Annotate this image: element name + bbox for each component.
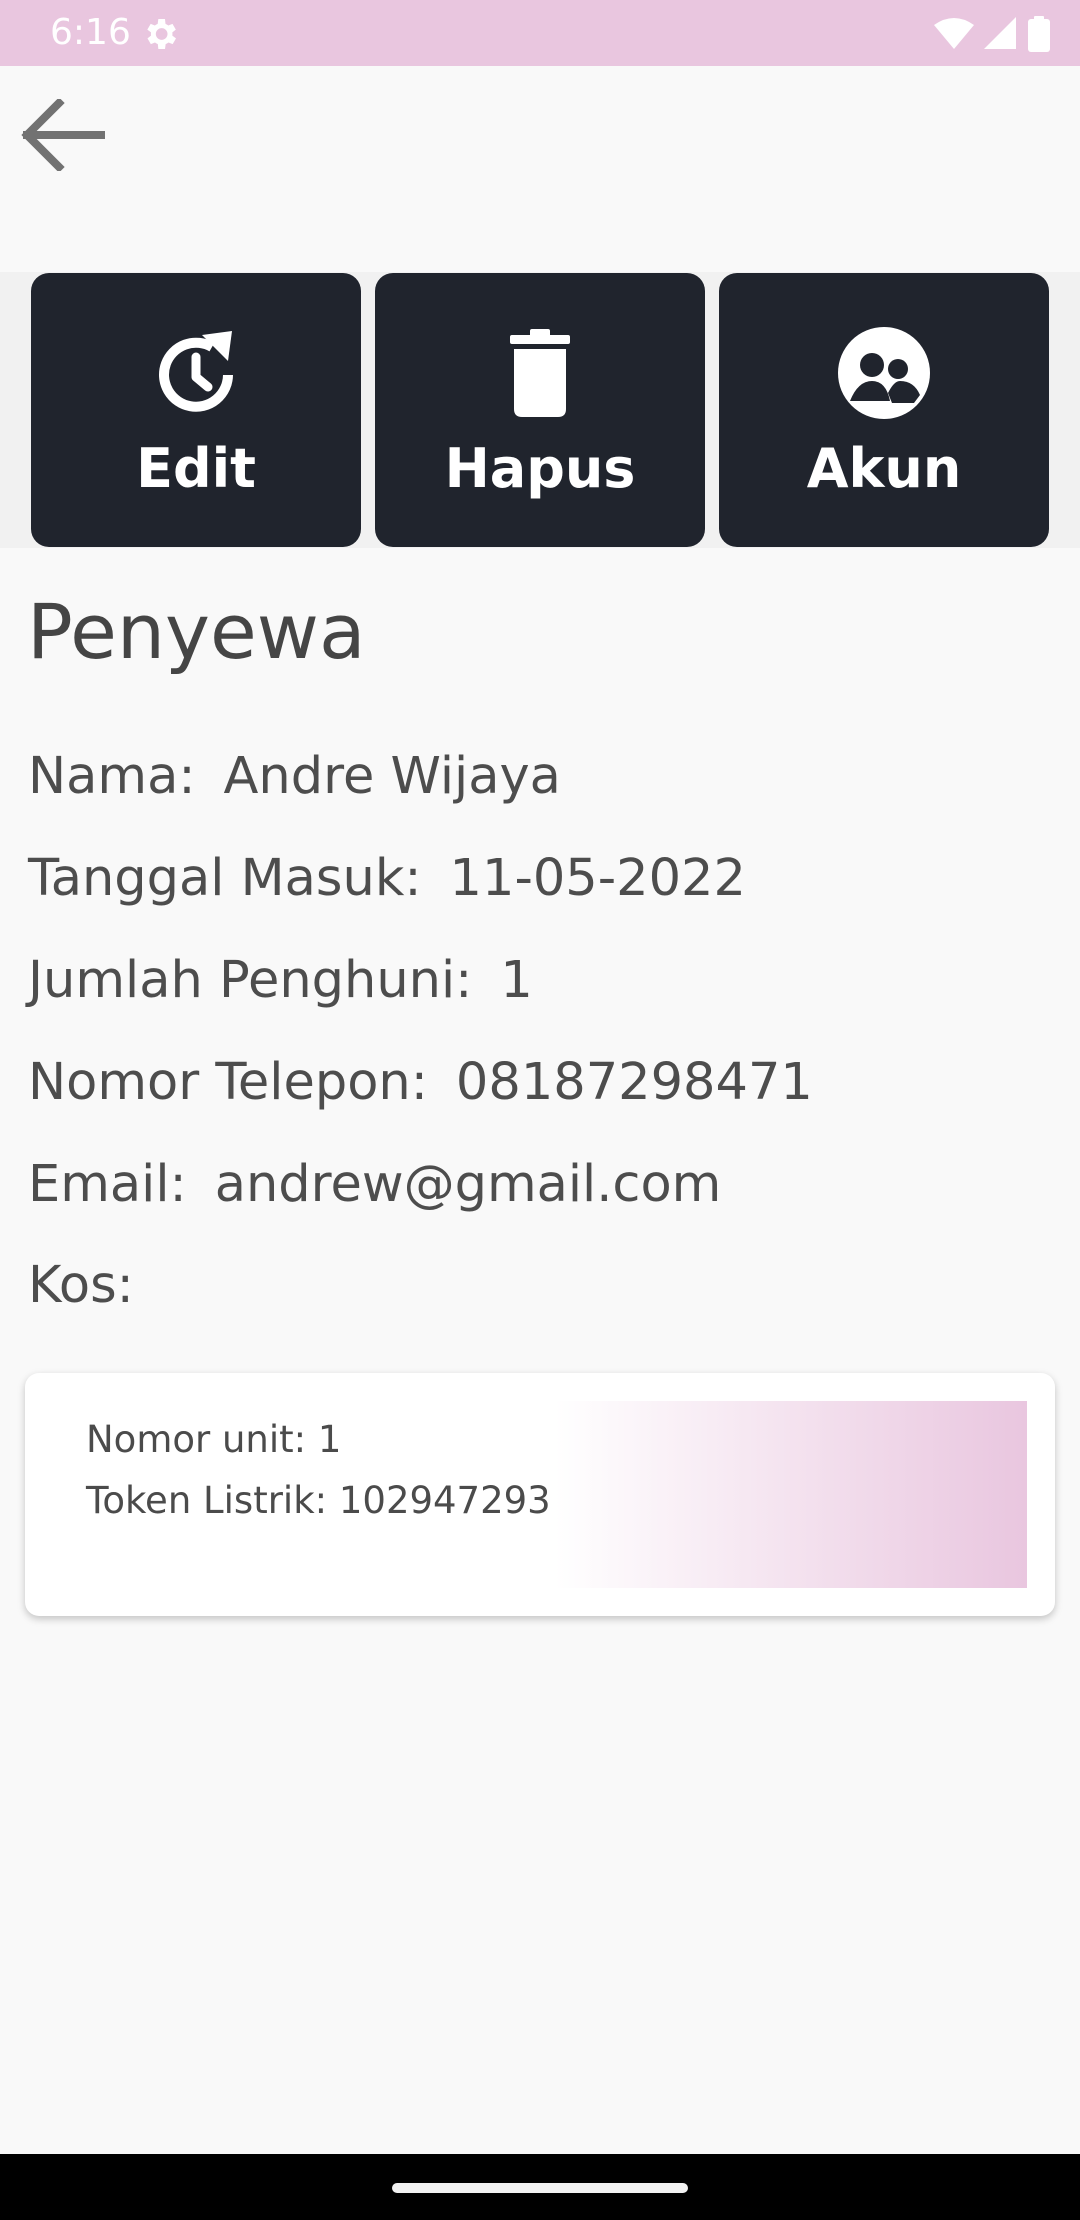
navigation-bar [0, 2154, 1080, 2220]
arrow-left-icon [21, 99, 105, 171]
battery-icon [1028, 16, 1050, 52]
people-circle-icon [838, 327, 930, 419]
wifi-icon [934, 18, 974, 49]
status-bar: 6:16 [0, 0, 1080, 66]
edit-label: Edit [136, 437, 256, 500]
detail-tanggal-masuk: Tanggal Masuk: 11-05-2022 [28, 844, 746, 914]
kos-card-gradient [555, 1401, 1027, 1588]
jumlah-label: Jumlah Penghuni: [28, 951, 473, 1010]
home-indicator[interactable] [392, 2183, 688, 2193]
telepon-value: 08187298471 [455, 1053, 813, 1112]
kos-token: Token Listrik: 102947293 [86, 1479, 551, 1522]
detail-nama: Nama: Andre Wijaya [28, 742, 561, 812]
status-icons [934, 14, 1050, 54]
kos-unit: Nomor unit: 1 [86, 1418, 342, 1461]
kos-label: Kos: [28, 1256, 134, 1315]
tanggal-value: 11-05-2022 [449, 849, 746, 908]
account-label: Akun [806, 437, 962, 500]
nama-label: Nama: [28, 747, 196, 806]
telepon-label: Nomor Telepon: [28, 1053, 428, 1112]
detail-jumlah-penghuni: Jumlah Penghuni: 1 [28, 946, 533, 1016]
email-label: Email: [28, 1155, 187, 1214]
status-time: 6:16 [50, 12, 131, 53]
history-clock-icon [159, 331, 233, 412]
kos-card[interactable]: Nomor unit: 1 Token Listrik: 102947293 [25, 1373, 1055, 1616]
detail-email: Email: andrew@gmail.com [28, 1150, 721, 1220]
jumlah-value: 1 [500, 951, 533, 1010]
delete-label: Hapus [444, 437, 636, 500]
email-value: andrew@gmail.com [214, 1155, 722, 1214]
edit-button[interactable]: Edit [31, 273, 361, 547]
account-button[interactable]: Akun [719, 273, 1049, 547]
tanggal-label: Tanggal Masuk: [28, 849, 422, 908]
detail-kos: Kos: [28, 1251, 134, 1321]
signal-icon [984, 17, 1016, 49]
gear-icon [147, 19, 176, 49]
detail-nomor-telepon: Nomor Telepon: 08187298471 [28, 1048, 813, 1118]
page-title: Penyewa [27, 587, 366, 676]
nama-value: Andre Wijaya [223, 747, 561, 806]
back-button[interactable] [14, 92, 110, 178]
trash-icon [510, 329, 570, 417]
delete-button[interactable]: Hapus [375, 273, 705, 547]
